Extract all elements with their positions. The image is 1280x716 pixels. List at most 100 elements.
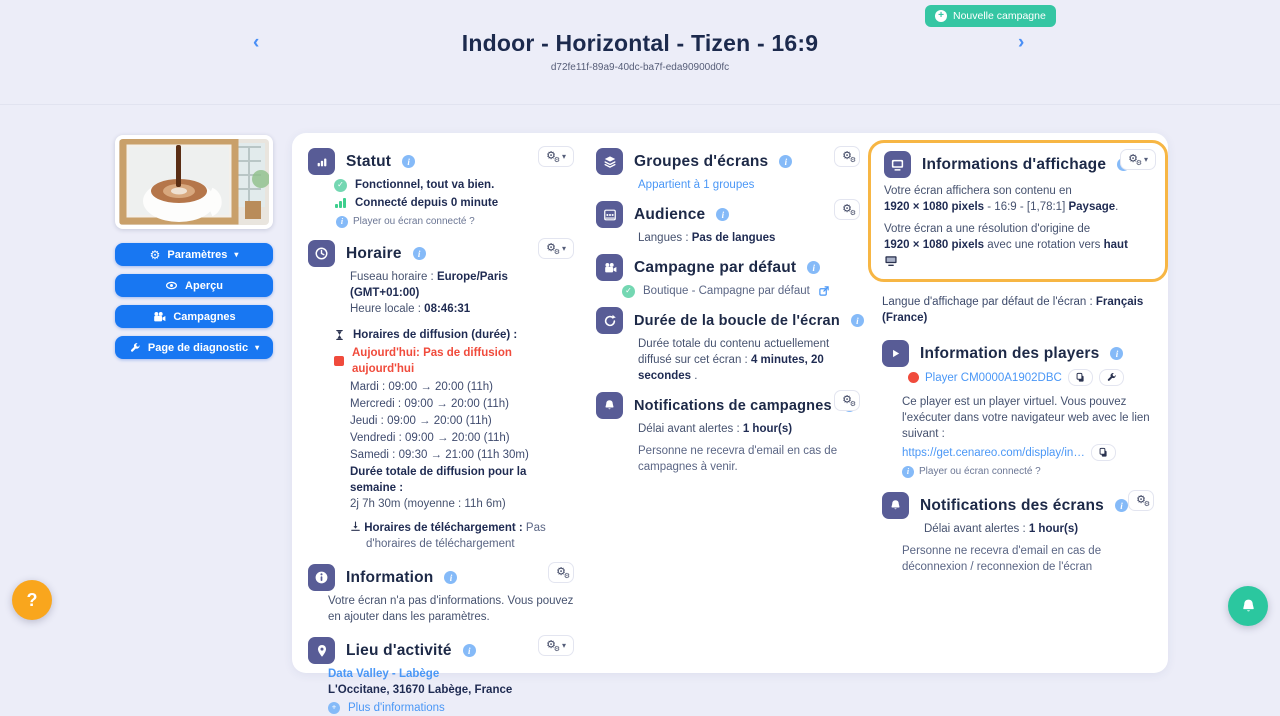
info-icon[interactable]: i bbox=[336, 216, 348, 228]
native-resolution-line: Votre écran a une résolution d'origine d… bbox=[884, 221, 1154, 253]
signal-bars-green-icon bbox=[334, 198, 347, 208]
info-icon[interactable]: i bbox=[1115, 499, 1128, 512]
info-icon[interactable]: i bbox=[779, 155, 792, 168]
bell-icon bbox=[1240, 598, 1257, 615]
location-link[interactable]: Data Valley - Labège bbox=[328, 668, 439, 680]
chevron-down-icon: ▾ bbox=[562, 642, 566, 650]
info-icon[interactable]: i bbox=[402, 155, 415, 168]
gear-icon: ⚙⚙ bbox=[1136, 495, 1146, 506]
chevron-down-icon: ▾ bbox=[562, 245, 566, 253]
diffusion-label: Horaires de diffusion (durée) : bbox=[353, 327, 517, 343]
notif-note: Personne ne recevra d'email en cas de ca… bbox=[638, 443, 860, 475]
affichage-settings-button[interactable]: ⚙⚙ ▾ bbox=[1120, 149, 1156, 170]
sidebar-item-campagnes[interactable]: Campagnes bbox=[115, 305, 273, 328]
clock-icon bbox=[308, 240, 335, 267]
sidebar-item-apercu[interactable]: Aperçu bbox=[115, 274, 273, 297]
schedule-day: Mardi : 09:00 → 20:00 (11h) bbox=[350, 379, 574, 395]
check-circle-icon: ✓ bbox=[334, 179, 347, 192]
sidebar-item-diagnostic[interactable]: Page de diagnostic ▾ bbox=[115, 336, 273, 359]
new-campaign-button[interactable]: + Nouvelle campagne bbox=[925, 5, 1056, 27]
gear-icon: ⚙⚙ bbox=[842, 151, 852, 162]
languages-line: Langues : Pas de langues bbox=[638, 230, 860, 246]
info-icon[interactable]: i bbox=[463, 644, 476, 657]
gear-icon: ⚙⚙ bbox=[842, 204, 852, 215]
gear-icon: ⚙⚙ bbox=[546, 640, 556, 651]
notif-campagnes-settings-button[interactable]: ⚙⚙ bbox=[834, 390, 860, 411]
card-title: Audience bbox=[634, 206, 705, 224]
info-icon[interactable]: i bbox=[413, 247, 426, 260]
information-settings-button[interactable]: ⚙⚙ bbox=[548, 562, 574, 583]
monitor-rotation-icon bbox=[884, 255, 898, 267]
copy-url-button[interactable] bbox=[1091, 444, 1116, 461]
copy-icon bbox=[1098, 447, 1109, 458]
campagnes-label: Campagnes bbox=[173, 311, 235, 323]
audience-settings-button[interactable]: ⚙⚙ bbox=[834, 199, 860, 220]
video-camera-icon bbox=[596, 254, 623, 281]
connection-hint: Player ou écran connecté ? bbox=[353, 214, 475, 230]
horaire-settings-button[interactable]: ⚙⚙ ▾ bbox=[538, 238, 574, 259]
page-title: Indoor - Horizontal - Tizen - 16:9 bbox=[0, 30, 1280, 57]
card-groupes: Groupes d'écrans i ⚙⚙ Appartient à 1 gro… bbox=[596, 148, 860, 193]
chevron-down-icon: ▾ bbox=[255, 344, 259, 352]
gear-icon: ⚙⚙ bbox=[546, 151, 556, 162]
notifications-chat-button[interactable] bbox=[1228, 586, 1268, 626]
statut-settings-button[interactable]: ⚙⚙ ▾ bbox=[538, 146, 574, 167]
status-ok-text: Fonctionnel, tout va bien. bbox=[355, 177, 494, 193]
card-title: Information des players bbox=[920, 345, 1099, 363]
hourglass-icon bbox=[334, 329, 345, 341]
notif-note: Personne ne recevra d'email en cas de dé… bbox=[902, 543, 1154, 575]
signal-bars-icon bbox=[308, 148, 335, 175]
location-address: L'Occitane, 31670 Labège, France bbox=[328, 682, 574, 698]
card-statut: Statut i ⚙⚙ ▾ ✓ Fonctionnel, tout va bien… bbox=[308, 148, 574, 230]
info-icon[interactable]: i bbox=[444, 571, 457, 584]
info-icon[interactable]: i bbox=[851, 314, 864, 327]
card-title: Lieu d'activité bbox=[346, 642, 452, 660]
schedule-day: Mercredi : 09:00 → 20:00 (11h) bbox=[350, 396, 574, 412]
coffee-preview-image bbox=[119, 139, 269, 225]
gears-icon: ⚙ bbox=[150, 248, 161, 262]
total-diffusion-label: Durée totale de diffusion pour la semain… bbox=[350, 464, 574, 496]
info-icon[interactable]: i bbox=[902, 466, 914, 478]
help-button[interactable]: ? bbox=[12, 580, 52, 620]
copy-player-button[interactable] bbox=[1068, 369, 1093, 386]
card-title: Notifications des écrans bbox=[920, 497, 1104, 515]
groupes-settings-button[interactable]: ⚙⚙ bbox=[834, 146, 860, 167]
external-link-icon[interactable] bbox=[818, 285, 830, 297]
check-circle-icon: ✓ bbox=[622, 285, 635, 298]
layers-icon bbox=[596, 148, 623, 175]
card-horaire: Horaire i ⚙⚙ ▾ Fuseau horaire : Europe/P… bbox=[308, 240, 574, 552]
virtual-player-desc: Ce player est un player virtuel. Vous po… bbox=[902, 394, 1154, 442]
diagnostic-label: Page de diagnostic bbox=[148, 342, 248, 354]
header-divider bbox=[0, 104, 1280, 105]
notif-ecrans-settings-button[interactable]: ⚙⚙ bbox=[1128, 490, 1154, 511]
eye-icon bbox=[165, 279, 178, 292]
play-icon bbox=[882, 340, 909, 367]
card-title: Horaire bbox=[346, 245, 402, 263]
copy-icon bbox=[1075, 372, 1086, 383]
screen-preview-thumbnail[interactable] bbox=[115, 135, 273, 229]
chevron-down-icon: ▾ bbox=[234, 251, 238, 259]
screen-details-panel: Statut i ⚙⚙ ▾ ✓ Fonctionnel, tout va bien… bbox=[292, 133, 1168, 673]
player-tools-button[interactable] bbox=[1099, 369, 1124, 386]
sidebar-item-parametres[interactable]: ⚙ Paramètres ▾ bbox=[115, 243, 273, 266]
player-link[interactable]: Player CM0000A1902DBC bbox=[925, 370, 1062, 386]
more-info-link[interactable]: Plus d'informations bbox=[348, 700, 445, 716]
player-url-link[interactable]: https://get.cenareo.com/display/in… bbox=[902, 445, 1085, 461]
gear-icon: ⚙⚙ bbox=[1128, 154, 1138, 165]
video-camera-icon bbox=[152, 310, 166, 324]
connected-text: Connecté depuis 0 minute bbox=[355, 195, 498, 211]
red-square-icon bbox=[334, 356, 344, 366]
info-icon[interactable]: i bbox=[716, 208, 729, 221]
card-title: Notifications de campagnes bbox=[634, 398, 832, 414]
lieu-settings-button[interactable]: ⚙⚙ ▾ bbox=[538, 635, 574, 656]
card-audience: Audience i ⚙⚙ Langues : Pas de langues bbox=[596, 201, 860, 246]
info-icon[interactable]: i bbox=[1110, 347, 1123, 360]
offline-status-dot bbox=[908, 372, 919, 383]
bell-icon bbox=[882, 492, 909, 519]
groups-link[interactable]: Appartient à 1 groupes bbox=[638, 179, 754, 191]
wrench-icon bbox=[1106, 372, 1117, 383]
info-icon[interactable]: i bbox=[807, 261, 820, 274]
plus-circle-icon: + bbox=[328, 702, 340, 714]
card-title: Statut bbox=[346, 153, 391, 171]
alert-delay-line: Délai avant alertes : 1 hour(s) bbox=[924, 521, 1154, 537]
